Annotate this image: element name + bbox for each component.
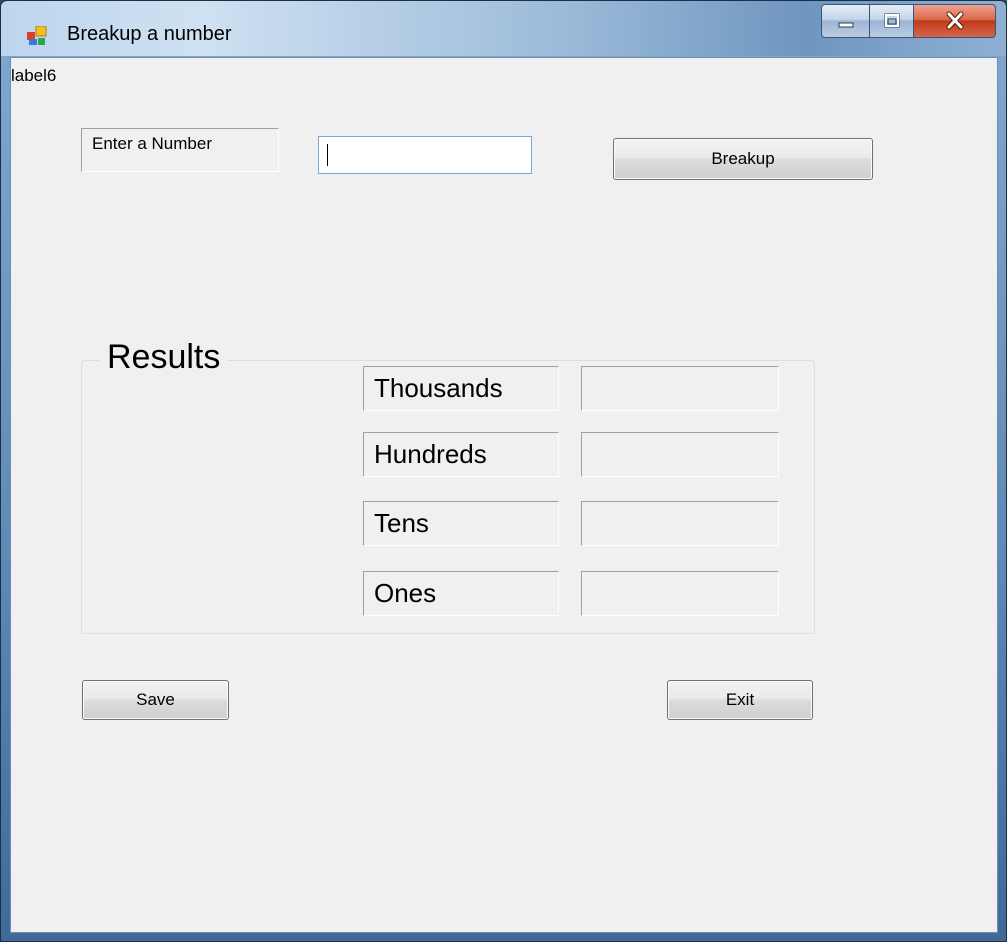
close-icon (946, 11, 963, 30)
form-client-area: label6 Enter a Number Breakup Results Th… (10, 57, 998, 933)
title-bar[interactable]: Breakup a number (1, 1, 1006, 56)
tens-value (581, 501, 779, 546)
app-window: Breakup a number label6 Enter a Number B… (0, 0, 1007, 942)
enter-number-label: Enter a Number (81, 128, 279, 172)
exit-button[interactable]: Exit (667, 680, 813, 720)
minimize-button[interactable] (821, 4, 870, 38)
window-title: Breakup a number (67, 23, 232, 45)
thousands-value (581, 366, 779, 411)
minimize-icon (838, 22, 853, 28)
close-button[interactable] (914, 4, 996, 38)
ones-value (581, 571, 779, 616)
app-icon (27, 25, 47, 46)
caption-buttons (821, 4, 996, 38)
number-input[interactable] (318, 136, 532, 174)
label6: label6 (11, 66, 57, 85)
hundreds-value (581, 432, 779, 477)
hundreds-label: Hundreds (363, 432, 559, 477)
maximize-icon (884, 13, 899, 28)
save-button[interactable]: Save (82, 680, 229, 720)
thousands-label: Thousands (363, 366, 559, 411)
results-title: Results (99, 338, 229, 377)
breakup-button[interactable]: Breakup (613, 138, 873, 180)
tens-label: Tens (363, 501, 559, 546)
maximize-button[interactable] (870, 4, 914, 38)
ones-label: Ones (363, 571, 559, 616)
text-caret (327, 144, 328, 166)
